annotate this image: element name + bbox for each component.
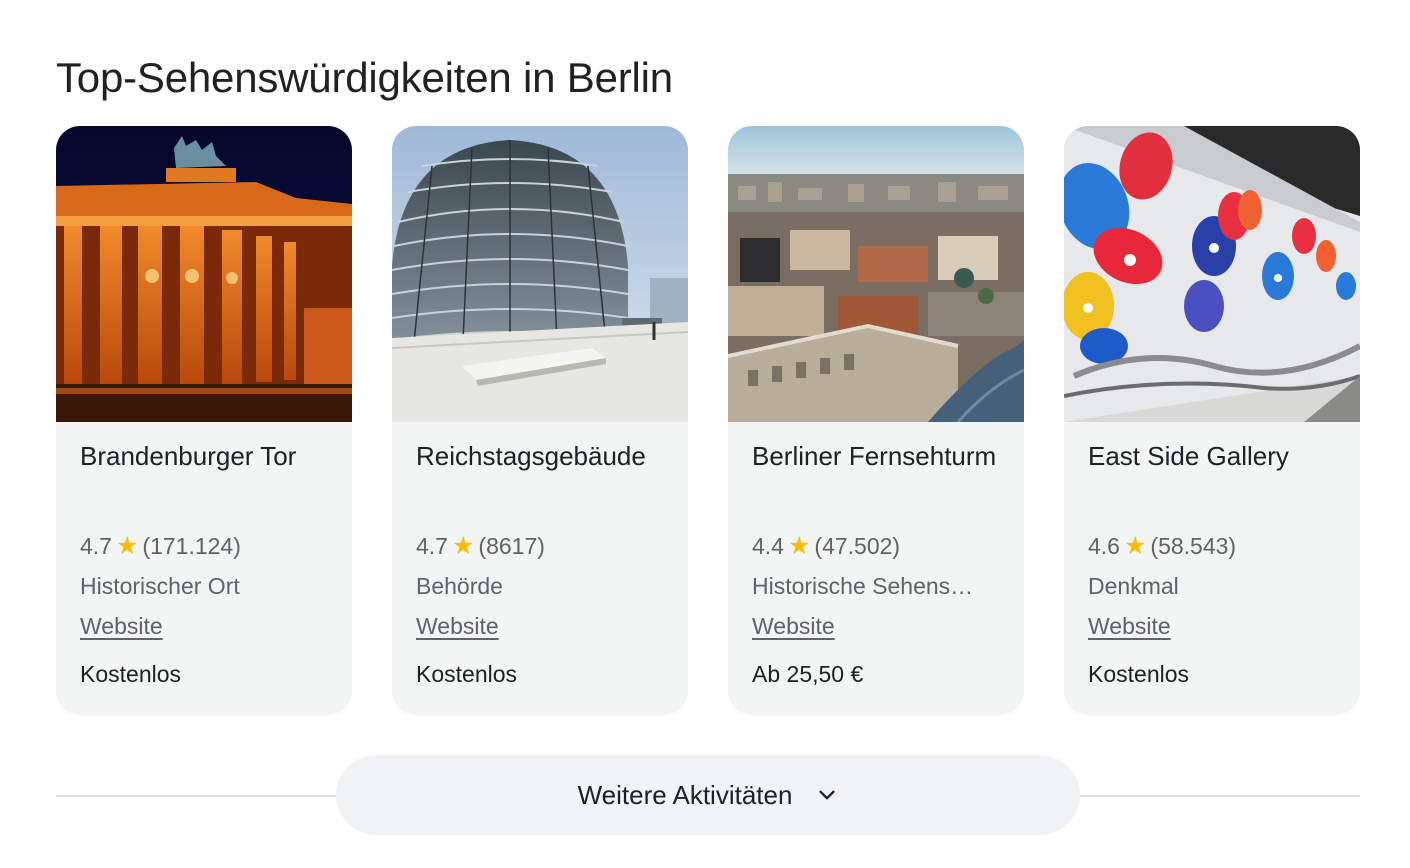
price-label: Kostenlos bbox=[1088, 661, 1190, 687]
rating-value: 4.7 bbox=[416, 533, 448, 559]
more-activities-label: Weitere Aktivitäten bbox=[577, 779, 793, 810]
review-count: (171.124) bbox=[142, 533, 241, 559]
review-count: (58.543) bbox=[1150, 533, 1237, 559]
website-link[interactable]: Website bbox=[752, 610, 835, 642]
rating-line: 4.7 ★ (171.124) bbox=[80, 530, 241, 562]
attraction-name: Brandenburger Tor bbox=[80, 441, 297, 471]
category-label: Behörde bbox=[416, 573, 503, 599]
category-label: Historischer Ort bbox=[80, 573, 240, 599]
attraction-name: Berliner Fernsehturm bbox=[752, 441, 997, 471]
rating-value: 4.6 bbox=[1088, 533, 1120, 559]
rating-line: 4.4 ★ (47.502) bbox=[752, 530, 900, 562]
attraction-name: East Side Gallery bbox=[1088, 441, 1289, 471]
website-link[interactable]: Website bbox=[416, 610, 499, 642]
review-count: (47.502) bbox=[814, 533, 901, 559]
chevron-down-icon bbox=[819, 790, 836, 800]
category-label: Historische Sehens… bbox=[752, 573, 974, 599]
section-title: Top-Sehenswürdigkeiten in Berlin bbox=[56, 54, 673, 101]
price-label: Ab 25,50 € bbox=[752, 661, 864, 687]
brandenburg-gate-photo[interactable] bbox=[56, 126, 352, 422]
website-link[interactable]: Website bbox=[1088, 610, 1171, 642]
star-icon: ★ bbox=[451, 532, 475, 560]
price-label: Kostenlos bbox=[80, 661, 182, 687]
star-icon: ★ bbox=[1123, 532, 1147, 560]
rating-value: 4.4 bbox=[752, 533, 784, 559]
rating-line: 4.7 ★ (8617) bbox=[416, 530, 545, 562]
attraction-card-berliner-fernsehturm[interactable]: Berliner Fernsehturm 4.4 ★ (47.502) Histor… bbox=[728, 126, 1024, 715]
star-icon: ★ bbox=[115, 532, 139, 560]
attraction-card-reichstagsgebaeude[interactable]: Reichstagsgebäude 4.7 ★ (8617) Behörde Web… bbox=[392, 126, 688, 715]
website-link[interactable]: Website bbox=[80, 610, 163, 642]
attraction-name: Reichstagsgebäude bbox=[416, 441, 646, 471]
attraction-card-brandenburger-tor[interactable]: Brandenburger Tor 4.7 ★ (171.124) Historis… bbox=[56, 126, 352, 715]
attraction-card-east-side-gallery[interactable]: East Side Gallery 4.6 ★ (58.543) Denkmal W… bbox=[1064, 126, 1360, 715]
rating-line: 4.6 ★ (58.543) bbox=[1088, 530, 1236, 562]
review-count: (8617) bbox=[478, 533, 545, 559]
more-activities-button[interactable]: Weitere Aktivitäten bbox=[336, 755, 1080, 835]
price-label: Kostenlos bbox=[416, 661, 518, 687]
rating-value: 4.7 bbox=[80, 533, 112, 559]
category-label: Denkmal bbox=[1088, 573, 1179, 599]
star-icon: ★ bbox=[787, 532, 811, 560]
berlin-skyline-photo[interactable] bbox=[728, 126, 1024, 422]
east-side-gallery-mural-photo[interactable] bbox=[1064, 126, 1360, 422]
reichstag-dome-photo[interactable] bbox=[392, 126, 688, 422]
attractions-carousel: Brandenburger Tor 4.7 ★ (171.124) Historis… bbox=[56, 126, 1360, 716]
